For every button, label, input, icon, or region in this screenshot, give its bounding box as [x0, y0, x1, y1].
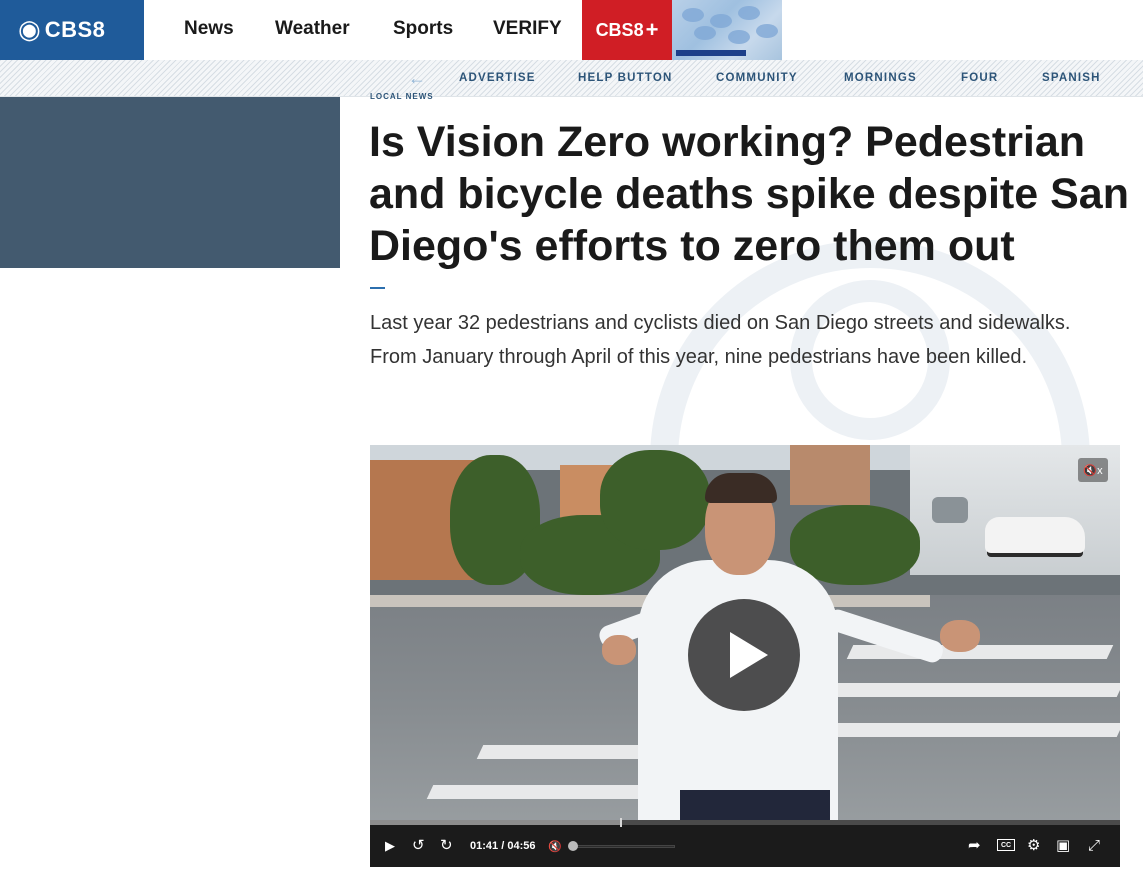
cbs8-logo[interactable]: ◉ CBS8: [0, 0, 144, 60]
play-icon[interactable]: ▶: [385, 838, 395, 853]
secondary-navigation: ← ADVERTISE HELP BUTTON COMMUNITY MORNIN…: [0, 60, 1143, 97]
promo-thumbnail[interactable]: [672, 0, 782, 60]
playback-time: 01:41 / 04:56: [470, 840, 535, 852]
video-player[interactable]: 🔇x ▶ ↺ ↻ 01:41 / 04:56 🔇 ➦ CC ⚙ ▣ ⤢: [370, 445, 1120, 867]
subnav-four[interactable]: FOUR: [961, 72, 998, 84]
video-control-bar: ▶ ↺ ↻ 01:41 / 04:56 🔇 ➦ CC ⚙ ▣ ⤢: [370, 818, 1120, 867]
headline-divider: [370, 287, 385, 289]
subnav-spanish[interactable]: SPANISH: [1042, 72, 1101, 84]
nav-verify[interactable]: VERIFY: [493, 18, 562, 40]
pill-shape: [738, 6, 760, 20]
cbs8-plus-button[interactable]: CBS8 +: [582, 0, 672, 60]
subnav-mornings[interactable]: MORNINGS: [844, 72, 917, 84]
nav-news[interactable]: News: [184, 18, 234, 40]
top-navigation: ◉ CBS8 News Weather Sports VERIFY CBS8 +: [0, 0, 1143, 60]
reporter-hand: [940, 620, 980, 652]
article-summary: Last year 32 pedestrians and cyclists di…: [370, 312, 1071, 368]
mute-icon[interactable]: 🔇: [548, 840, 562, 855]
thumbnail-caption-bar: [676, 50, 746, 56]
crosswalk-stripe: [806, 723, 1120, 737]
fullscreen-icon[interactable]: ⤢: [1088, 838, 1100, 853]
subnav-community[interactable]: COMMUNITY: [716, 72, 798, 84]
scene-car: [985, 517, 1085, 553]
pill-shape: [710, 14, 732, 28]
article-kicker[interactable]: LOCAL NEWS: [370, 92, 434, 99]
volume-slider[interactable]: [570, 845, 675, 848]
progress-bar[interactable]: [370, 818, 1120, 827]
picture-in-picture-icon[interactable]: ▣: [1056, 838, 1070, 853]
scene-tree: [600, 450, 710, 550]
article-headline: Is Vision Zero working? Pedestrian and b…: [369, 118, 1129, 270]
ad-placeholder-block: [0, 97, 340, 268]
rewind-icon[interactable]: ↺: [412, 838, 425, 853]
reporter-hair: [705, 473, 777, 503]
subnav-help-button[interactable]: HELP BUTTON: [578, 72, 673, 84]
current-time: 01:41: [470, 840, 499, 852]
volume-handle[interactable]: [568, 841, 578, 851]
progress-handle[interactable]: [620, 818, 623, 827]
big-play-button[interactable]: [688, 599, 800, 711]
pill-shape: [682, 8, 704, 22]
cbs-eye-icon: ◉: [18, 15, 41, 45]
logo-text: CBS8: [44, 17, 106, 42]
back-arrow-icon[interactable]: ←: [408, 68, 426, 89]
crosswalk-stripe: [826, 683, 1120, 697]
forward-icon[interactable]: ↻: [440, 838, 453, 853]
cbs8-plus-label: CBS8: [595, 19, 644, 40]
subnav-advertise[interactable]: ADVERTISE: [459, 72, 536, 84]
settings-icon[interactable]: ⚙: [1027, 838, 1040, 853]
play-icon: [730, 632, 768, 678]
pill-shape: [756, 24, 778, 38]
closed-captions-icon[interactable]: CC: [997, 839, 1015, 851]
pill-shape: [694, 26, 716, 40]
nav-weather[interactable]: Weather: [275, 18, 350, 40]
pill-shape: [728, 30, 750, 44]
share-icon[interactable]: ➦: [968, 838, 981, 853]
progress-fill: [370, 820, 622, 825]
nav-sports[interactable]: Sports: [393, 18, 453, 40]
scene-building: [790, 445, 870, 505]
crosswalk-stripe: [426, 785, 654, 799]
total-time: 04:56: [507, 840, 536, 852]
time-separator: /: [501, 840, 505, 852]
plus-icon: +: [645, 17, 659, 42]
reporter-hand: [602, 635, 636, 665]
scene-car: [932, 497, 968, 523]
unmute-overlay-button[interactable]: 🔇x: [1078, 458, 1108, 482]
